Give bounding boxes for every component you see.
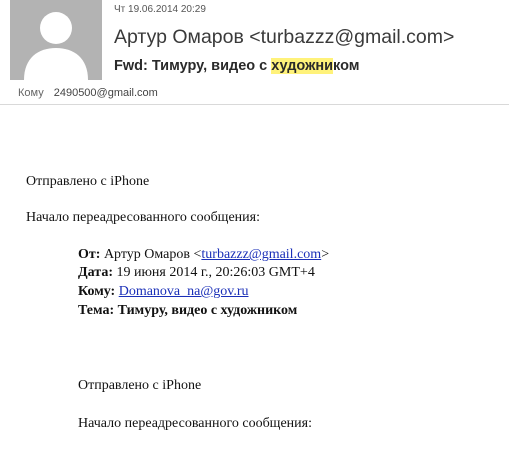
header-divider — [0, 104, 509, 105]
sent-from-line: Отправлено с iPhone — [26, 174, 150, 189]
message-date: Чт 19.06.2014 20:29 — [114, 4, 206, 15]
to-recipient[interactable]: 2490500@gmail.com — [54, 87, 158, 99]
fwd-from-close: > — [321, 247, 330, 262]
fwd-date-value: 19 июня 2014 г., 20:26:03 GMT+4 — [116, 265, 315, 280]
forward-start-line: Начало переадресованного сообщения: — [26, 210, 260, 225]
sender-avatar — [10, 0, 102, 80]
subject-text: Fwd: Тимуру, видео с — [114, 58, 272, 74]
fwd-subject-label: Тема: — [78, 303, 115, 318]
sender-name[interactable]: Артур Омаров <turbazzz@gmail.com> — [114, 26, 454, 49]
nested-sent-from-line: Отправлено с iPhone — [78, 378, 202, 393]
person-silhouette-icon — [10, 0, 102, 80]
fwd-date-line: Дата: 19 июня 2014 г., 20:26:03 GMT+4 — [78, 265, 315, 281]
fwd-date-label: Дата: — [78, 265, 113, 280]
subject-search-highlight: художни — [271, 58, 334, 74]
fwd-from-name: Артур Омаров < — [103, 247, 202, 262]
fwd-subject-line: Тема: Тимуру, видео с художником — [78, 303, 297, 319]
fwd-to-email-link[interactable]: Domanova_na@gov.ru — [119, 284, 249, 299]
fwd-to-label: Кому: — [78, 284, 116, 299]
subject-text-tail: ком — [333, 58, 360, 74]
fwd-from-label: От: — [78, 247, 101, 262]
fwd-from-line: От: Артур Омаров <turbazzz@gmail.com> — [78, 247, 329, 263]
recipients-row: Кому 2490500@gmail.com — [18, 87, 158, 99]
message-subject: Fwd: Тимуру, видео с художником — [114, 58, 360, 74]
fwd-subject-value: Тимуру, видео с художником — [117, 303, 298, 318]
fwd-from-email-link[interactable]: turbazzz@gmail.com — [201, 247, 321, 262]
fwd-to-line: Кому: Domanova_na@gov.ru — [78, 284, 249, 300]
nested-forward-start-line: Начало переадресованного сообщения: — [78, 416, 312, 431]
to-label: Кому — [18, 87, 44, 99]
